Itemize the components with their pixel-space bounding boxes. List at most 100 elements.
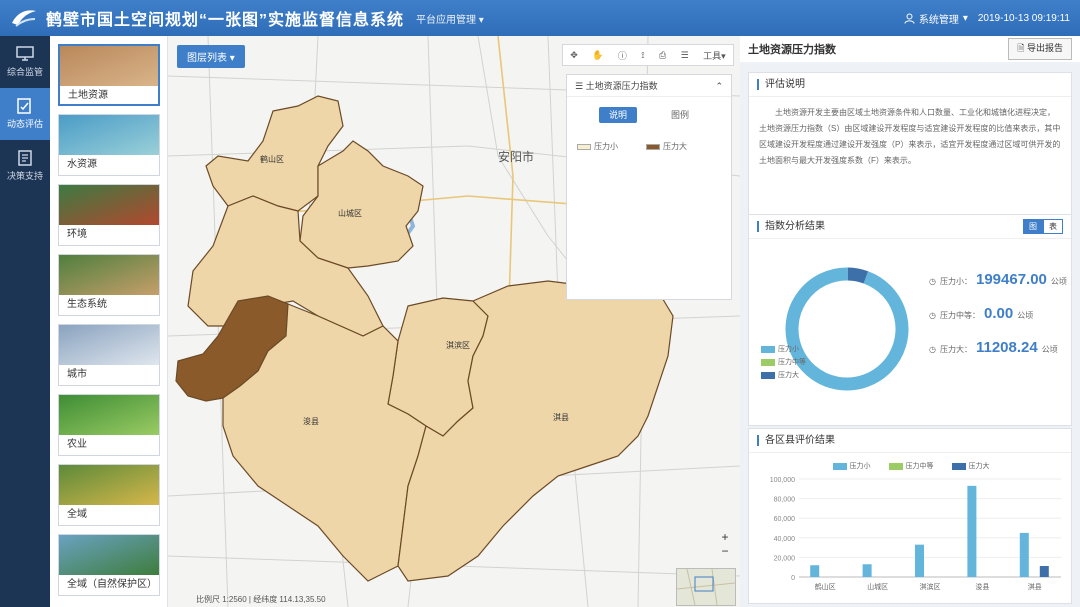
thumbnail-label: 环境 [67,229,87,240]
thumbnail-label: 水资源 [67,159,97,170]
district-label: 鹤山区 [260,155,284,164]
nav-item-evaluate[interactable]: 动态评估 [0,88,50,140]
ring-legend-item: 压力中等 [761,356,806,369]
stat-value: 199467.00 [975,271,1047,288]
thumbnail-image [59,185,159,225]
thumbnail-label: 土地资源 [68,90,108,101]
nav-label: 决策支持 [6,171,43,181]
nav-label: 综合监管 [6,67,43,77]
y-tick-label: 100,000 [770,477,795,484]
thumbnail-image [60,46,158,86]
hand-icon[interactable]: ✋ [592,50,603,61]
tools-dropdown[interactable]: 工具▾ [703,49,726,62]
district-label: 山城区 [338,209,362,218]
menu-icon: ☰ [575,81,586,91]
bar [1039,566,1049,577]
thumbnail-image [59,325,159,365]
thumbnail-label: 生态系统 [67,299,107,310]
theme-thumbnail[interactable]: 农业 [58,394,160,456]
pan-icon[interactable]: ✥ [570,50,578,61]
layer-list-label: 图层列表 [187,53,227,64]
legend-swatch [577,143,591,150]
bar-legend-label: 压力中等 [905,463,934,470]
nav-item-decision[interactable]: 决策支持 [0,140,50,192]
y-tick-label: 20,000 [774,555,796,562]
export-label: 导出报告 [1026,43,1063,53]
app-logo-icon [12,10,36,27]
thumbnail-label: 农业 [67,439,87,450]
legend-panel-title: 土地资源压力指数 [585,81,658,91]
theme-thumbnail[interactable]: 全域 [58,464,160,526]
user-menu[interactable]: 系统管理 ▾ [904,11,968,26]
map-toolbar: ✥ ✋ ⓘ ⟟ ⎙ ☰ 工具▾ [562,44,734,66]
ring-legend-label: 压力中等 [778,359,806,366]
print-icon[interactable]: ⎙ [659,50,666,61]
legend-item-label: 压力小 [594,142,618,151]
monitor-icon [16,46,34,61]
theme-thumbnail-list: 土地资源水资源环境生态系统城市农业全域全域（自然保护区） [50,36,168,607]
bar-legend-item: 压力中等 [888,461,934,471]
export-report-button[interactable]: 🗎 导出报告 [1008,38,1072,60]
legend-swatch [761,345,775,353]
bar-legend-item: 压力大 [951,461,990,471]
stat-unit: 公顷 [1041,345,1058,354]
bar [862,564,872,577]
bar-legend: 压力小 压力中等 压力大 [749,461,1073,471]
ring-legend-label: 压力小 [778,346,799,353]
thumbnail-label: 城市 [67,369,87,380]
table-view-button[interactable]: 表 [1043,219,1063,234]
stat-row-mid: ◷ 压力中等： 0.00 公顷 [929,305,1033,322]
bar [967,485,977,577]
bar-legend-label: 压力小 [849,463,871,470]
ring-chart [785,267,909,391]
theme-thumbnail[interactable]: 生态系统 [58,254,160,316]
info-icon[interactable]: ⓘ [618,49,627,62]
y-tick-label: 40,000 [774,536,796,543]
theme-thumbnail[interactable]: 城市 [58,324,160,386]
layer-list-button[interactable]: 图层列表 ▾ [177,45,245,68]
stat-label: 压力中等： [939,311,980,320]
bar [915,544,924,577]
nav-label: 动态评估 [6,119,43,129]
y-tick-label: 60,000 [774,516,796,523]
map-coordinates: 比例尺 1:2560 | 经纬度 114.13,35.50 [196,595,326,604]
place-label: 安阳市 [498,150,535,164]
document-icon [18,150,32,166]
thumbnail-image [59,115,159,155]
district-label: 淇县 [553,413,569,422]
system-menu-dropdown[interactable]: 平台应用管理 ▾ [416,11,484,26]
legend-item: 压力大 [646,141,687,152]
stat-value: 0.00 [983,305,1014,322]
datetime-display: 2019-10-13 09:19:11 [977,12,1070,24]
map-view[interactable]: 鹤山区 山城区 淇滨区 淇县 浚县 安阳市 图层列表 ▾ ✥ ✋ ⓘ ⟟ ⎙ ☰… [168,36,740,607]
evaluate-icon [17,98,31,114]
stat-unit: 公顷 [1050,277,1067,286]
export-icon: 🗎 [1017,43,1027,53]
district-label: 浚县 [303,417,319,426]
left-nav: 综合监管 动态评估 决策支持 [0,36,50,607]
tab-legend[interactable]: 图例 [661,107,699,123]
theme-thumbnail[interactable]: 土地资源 [58,44,160,106]
user-icon [904,13,915,24]
measure-icon[interactable]: ⟟ [641,50,644,61]
legend-panel-header[interactable]: ☰ 土地资源压力指数 ⌃ [567,75,731,97]
zoom-controls: + − [716,530,734,558]
chart-view-button[interactable]: 图 [1023,219,1043,234]
theme-thumbnail[interactable]: 水资源 [58,114,160,176]
theme-thumbnail[interactable]: 环境 [58,184,160,246]
stat-label: 压力大： [939,345,972,354]
chevron-up-icon[interactable]: ⌃ [715,75,723,97]
overview-minimap[interactable] [676,568,736,606]
thumbnail-label: 全域 [67,509,87,520]
legend-swatch [951,462,966,470]
theme-thumbnail[interactable]: 全域（自然保护区） [58,534,160,596]
tab-description[interactable]: 说明 [599,107,637,123]
nav-item-monitor[interactable]: 综合监管 [0,36,50,88]
zoom-in-button[interactable]: + [716,530,734,544]
thumbnail-label: 全域（自然保护区） [67,579,157,590]
bar-legend-item: 压力小 [832,461,871,471]
zoom-out-button[interactable]: − [716,544,734,558]
stat-row-high: ◷ 压力大： 11208.24 公顷 [929,339,1058,356]
layers-icon[interactable]: ☰ [681,50,689,61]
district-result-title: 各区县评价结果 [749,429,1071,453]
